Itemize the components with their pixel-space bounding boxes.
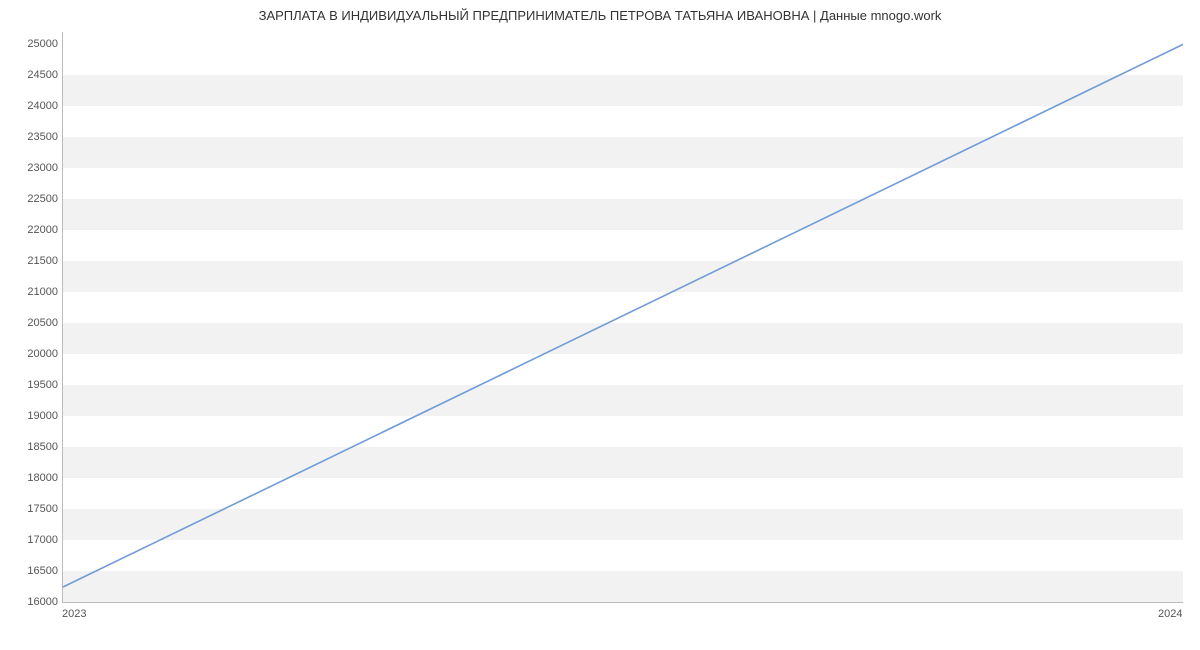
y-tick-label: 18500 [0,441,58,453]
y-tick-label: 17000 [0,534,58,546]
y-tick-label: 21500 [0,255,58,267]
y-tick-label: 22000 [0,224,58,236]
y-tick-label: 18000 [0,472,58,484]
y-tick-label: 19000 [0,410,58,422]
y-tick-label: 24500 [0,69,58,81]
y-tick-label: 24000 [0,100,58,112]
y-tick-label: 20500 [0,317,58,329]
y-tick-label: 22500 [0,193,58,205]
salary-chart: ЗАРПЛАТА В ИНДИВИДУАЛЬНЫЙ ПРЕДПРИНИМАТЕЛ… [0,0,1200,650]
y-tick-label: 20000 [0,348,58,360]
y-tick-label: 17500 [0,503,58,515]
y-tick-label: 19500 [0,379,58,391]
y-tick-label: 23000 [0,162,58,174]
x-tick-label: 2024 [1158,608,1182,620]
plot-area [62,32,1183,603]
y-tick-label: 21000 [0,286,58,298]
y-tick-label: 23500 [0,131,58,143]
series-line [63,44,1183,587]
x-tick-label: 2023 [62,608,86,620]
line-layer [63,32,1183,602]
y-tick-label: 16500 [0,565,58,577]
chart-title: ЗАРПЛАТА В ИНДИВИДУАЛЬНЫЙ ПРЕДПРИНИМАТЕЛ… [0,8,1200,23]
y-tick-label: 16000 [0,596,58,608]
y-tick-label: 25000 [0,38,58,50]
